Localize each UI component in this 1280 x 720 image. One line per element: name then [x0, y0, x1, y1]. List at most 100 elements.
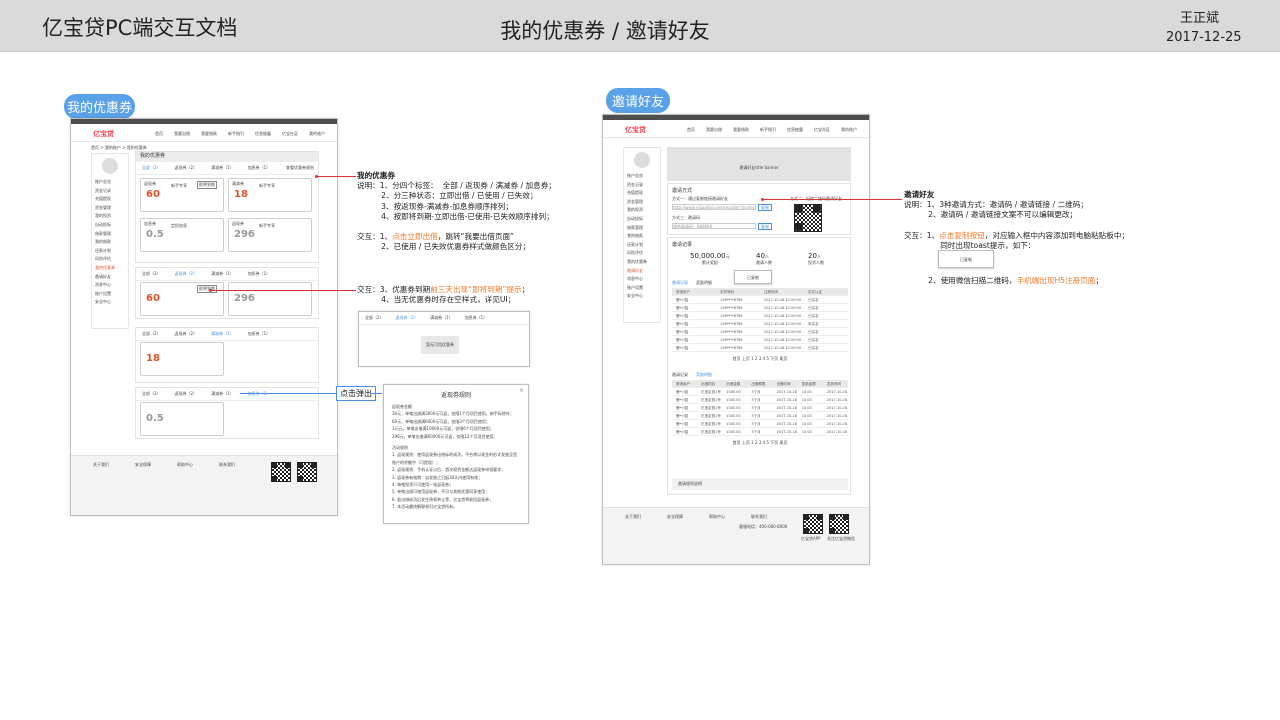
tab-all[interactable]: 全部（2）: [142, 331, 161, 337]
invite-code-input[interactable]: 我的邀请码：888666: [672, 223, 756, 229]
footer-col[interactable]: 帮助中心: [709, 514, 725, 520]
tab-all[interactable]: 全部（2）: [142, 165, 161, 171]
annotation-highlight: 点击立即出借: [392, 232, 438, 242]
sidebar-item[interactable]: 我的优惠券: [627, 258, 657, 267]
sidebar-item[interactable]: 消息中心: [95, 281, 125, 290]
sidebar-item[interactable]: 账户总览: [627, 172, 657, 181]
tab-discount[interactable]: 满减券（1）: [211, 331, 234, 337]
nav-item[interactable]: 新手指引: [760, 127, 776, 133]
sidebar-item[interactable]: 借款管理: [627, 224, 657, 233]
sidebar-item[interactable]: 风险评估: [95, 255, 125, 264]
sidebar-item[interactable]: 借款管理: [95, 230, 125, 239]
sidebar-item[interactable]: 资金记录: [627, 181, 657, 190]
tab-cashback[interactable]: 返现券（2）: [175, 271, 198, 277]
sidebar-item[interactable]: 邀请好友: [95, 273, 125, 282]
stat-unit: 人: [816, 254, 821, 259]
coupon-panel-interest: 全部（2） 返现券（2） 满减券（1） 加息券（1） 0.5: [135, 387, 319, 439]
nav-item[interactable]: 信息披露: [255, 131, 271, 137]
tab-interest[interactable]: 加息券（1）: [248, 165, 271, 171]
sidebar-item[interactable]: 账户设置: [627, 284, 657, 293]
annotation-highlight: 手机端出现H5注册页面: [1016, 276, 1096, 285]
tab-cashback[interactable]: 返现券（2）: [175, 391, 198, 397]
close-icon[interactable]: ×: [519, 387, 524, 394]
mock-nav: 亿宝贷 首页 我要出借 我要借款 新手指引 信息披露 亿宝社区 我的账户: [603, 120, 869, 138]
tab-interest[interactable]: 加息券（1）: [465, 315, 488, 321]
tab-cashback[interactable]: 返现券（2）: [175, 331, 198, 337]
tab-cashback[interactable]: 返现券（2）: [396, 315, 419, 321]
table-cell: 鹿*小姐: [676, 346, 689, 350]
stat-label: 投资人数: [808, 260, 824, 265]
nav-item[interactable]: 我要出借: [174, 131, 190, 137]
footer-col[interactable]: 联系我们: [751, 514, 767, 520]
nav-item[interactable]: 亿宝社区: [814, 127, 830, 133]
tab-interest[interactable]: 加息券（1）: [248, 271, 271, 277]
tab-all[interactable]: 全部（2）: [142, 271, 161, 277]
account-sidebar: 账户总览 资金记录 充值提现 资金管理 我的投资 自动投标 借款管理 我的借款 …: [623, 147, 661, 323]
annotation-connector: [210, 290, 356, 291]
sidebar-item[interactable]: 消息中心: [627, 275, 657, 284]
mock-nav: 亿宝贷 首页 我要出借 我要借款 新手指引 信息披露 亿宝社区 我的账户: [71, 124, 337, 142]
nav-item[interactable]: 我的账户: [841, 127, 857, 133]
tab-interest[interactable]: 加息券（1）: [248, 391, 271, 397]
tab-reward-detail[interactable]: 奖励明细: [696, 372, 712, 378]
sidebar-item[interactable]: 自动投标: [95, 221, 125, 230]
nav-item[interactable]: 亿宝社区: [282, 131, 298, 137]
nav-item[interactable]: 信息披露: [787, 127, 803, 133]
copy-code-button[interactable]: 复制: [758, 223, 772, 230]
tab-reward-detail[interactable]: 奖励明细: [696, 280, 712, 286]
table-row: 鹿*小姐 亿宝定投1号 1000.00 3个月 2017-10-18 10.00 2017-…: [672, 412, 848, 420]
footer-col[interactable]: 安全保障: [667, 514, 683, 520]
tab-discount[interactable]: 满减券（1）: [211, 391, 234, 397]
sidebar-item[interactable]: 账户总览: [95, 178, 125, 187]
sidebar-item[interactable]: 充值提现: [627, 189, 657, 198]
sidebar-item[interactable]: 还款计划: [95, 247, 125, 256]
table-cell: 鹿*小姐: [676, 406, 689, 410]
sidebar-item[interactable]: 我的借款: [627, 232, 657, 241]
invite-link-input[interactable]: http://www.yibaodai.com/register?invitec…: [672, 204, 756, 210]
sidebar-item[interactable]: 风险评估: [627, 249, 657, 258]
stat-label: 累计奖励: [701, 260, 718, 265]
sidebar-item-active[interactable]: 我的优惠券: [95, 264, 125, 273]
tab-invite-record[interactable]: 邀请记录: [672, 372, 688, 378]
nav-item[interactable]: 我要出借: [706, 127, 722, 133]
sidebar-item[interactable]: 账户设置: [95, 290, 125, 299]
record-title: 邀请记录: [672, 242, 693, 248]
sidebar-item[interactable]: 安全中心: [627, 292, 657, 301]
pagination[interactable]: 首页 上页 1 2 3 4 5 下页 尾页: [672, 356, 848, 362]
tab-discount[interactable]: 满减券（1）: [211, 165, 234, 171]
sidebar-item[interactable]: 资金记录: [95, 187, 125, 196]
sidebar-item[interactable]: 充值提现: [95, 195, 125, 204]
table-cell: 3个月: [751, 422, 761, 426]
nav-item[interactable]: 新手指引: [228, 131, 244, 137]
sidebar-item[interactable]: 我的投资: [95, 212, 125, 221]
footer-col[interactable]: 安全保障: [135, 462, 151, 468]
footer-col[interactable]: 帮助中心: [177, 462, 193, 468]
tab-discount[interactable]: 满减券（1）: [211, 271, 234, 277]
tab-interest[interactable]: 加息券（1）: [248, 331, 271, 337]
sidebar-item[interactable]: 资金管理: [627, 198, 657, 207]
nav-item[interactable]: 首页: [155, 131, 163, 137]
sidebar-item[interactable]: 我的投资: [627, 206, 657, 215]
rules-link[interactable]: 查看优惠券规则: [286, 165, 314, 171]
footer-col[interactable]: 关于我们: [625, 514, 641, 520]
sidebar-item[interactable]: 安全中心: [95, 298, 125, 307]
copy-link-button[interactable]: 复制: [758, 204, 772, 211]
footer-col[interactable]: 关于我们: [93, 462, 109, 468]
sidebar-item-active[interactable]: 邀请好友: [627, 267, 657, 276]
coupon-card: 满减券 18 新手专享: [228, 178, 312, 212]
pagination[interactable]: 首页 上页 1 2 3 4 5 下页 尾页: [672, 440, 848, 446]
sidebar-item[interactable]: 自动投标: [627, 215, 657, 224]
nav-item[interactable]: 首页: [687, 127, 695, 133]
footer-col[interactable]: 联系我们: [219, 462, 235, 468]
tab-all[interactable]: 全部（2）: [142, 391, 161, 397]
nav-item[interactable]: 我的账户: [309, 131, 325, 137]
tab-invite-record[interactable]: 邀请记录: [672, 280, 688, 286]
sidebar-item[interactable]: 还款计划: [627, 241, 657, 250]
tab-all[interactable]: 全部（2）: [365, 315, 384, 321]
nav-item[interactable]: 我要借款: [201, 131, 217, 137]
sidebar-item[interactable]: 我的借款: [95, 238, 125, 247]
tab-discount[interactable]: 满减券（1）: [430, 315, 453, 321]
tab-cashback[interactable]: 返现券（2）: [175, 165, 198, 171]
sidebar-item[interactable]: 资金管理: [95, 204, 125, 213]
nav-item[interactable]: 我要借款: [733, 127, 749, 133]
